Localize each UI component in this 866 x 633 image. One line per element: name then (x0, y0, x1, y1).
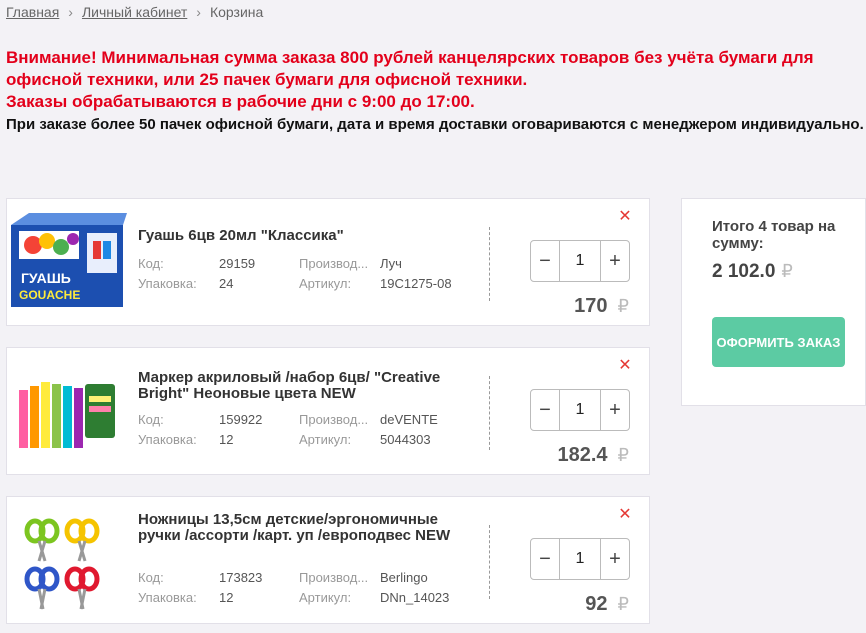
plus-icon[interactable]: + (600, 241, 629, 281)
ruble-icon: ₽ (617, 594, 629, 614)
summary-total: 2 102.0 ₽ (712, 261, 793, 283)
cart-item: Ножницы 13,5см детские/эргономичные ручк… (6, 496, 650, 624)
minus-icon[interactable]: − (531, 539, 560, 579)
breadcrumb-home-link[interactable]: Главная (6, 4, 59, 20)
divider (489, 227, 490, 301)
article-label: Артикул: (299, 276, 352, 291)
notice-bulk-paper: При заказе более 50 пачек офисной бумаги… (6, 116, 864, 133)
quantity-input[interactable]: 1 (560, 539, 600, 579)
minus-icon[interactable]: − (531, 241, 560, 281)
code-value: 159922 (219, 412, 263, 427)
quantity-stepper: − 1 + (530, 538, 630, 580)
maker-label: Производ... (299, 256, 369, 271)
quantity-input[interactable]: 1 (560, 241, 600, 281)
divider (489, 525, 490, 599)
pack-value: 12 (219, 590, 234, 605)
total-value: 2 102.0 (712, 261, 776, 282)
item-price: 92 ₽ (585, 593, 629, 616)
pack-label: Упаковка: (138, 432, 197, 447)
chevron-right-icon: › (196, 4, 201, 20)
pack-label: Упаковка: (138, 276, 197, 291)
pack-value: 24 (219, 276, 234, 291)
pack-label: Упаковка: (138, 590, 197, 605)
quantity-stepper: − 1 + (530, 240, 630, 282)
breadcrumb: Главная › Личный кабинет › Корзина (6, 4, 263, 20)
ruble-icon: ₽ (617, 296, 629, 316)
code-value: 29159 (219, 256, 256, 271)
notice-working-hours: Заказы обрабатываются в рабочие дни с 9:… (6, 92, 475, 111)
close-icon[interactable]: ✕ (617, 209, 633, 225)
breadcrumb-cabinet-link[interactable]: Личный кабинет (82, 4, 187, 20)
article-label: Артикул: (299, 432, 352, 447)
article-value: 5044303 (380, 432, 431, 447)
product-title[interactable]: Маркер акриловый /набор 6цв/ "Creative B… (138, 370, 468, 402)
article-label: Артикул: (299, 590, 352, 605)
minus-icon[interactable]: − (531, 390, 560, 430)
ruble-icon: ₽ (781, 261, 793, 281)
order-notice: Внимание! Минимальная сумма заказа 800 р… (6, 47, 866, 136)
pack-value: 12 (219, 432, 234, 447)
maker-label: Производ... (299, 412, 369, 427)
product-image-label: ГУАШЬ (21, 270, 71, 286)
code-label: Код: (138, 570, 164, 585)
chevron-right-icon: › (68, 4, 73, 20)
maker-label: Производ... (299, 570, 369, 585)
code-label: Код: (138, 256, 164, 271)
product-image-markers (19, 382, 115, 448)
maker-value: Луч (380, 256, 402, 271)
price-value: 170 (574, 295, 608, 317)
price-value: 182.4 (557, 444, 608, 466)
maker-value: deVENTE (380, 412, 438, 427)
quantity-input[interactable]: 1 (560, 390, 600, 430)
cart-item: ГУАШЬ GOUACHE Гуашь 6цв 20мл "Классика" … (6, 198, 650, 326)
item-price: 170 ₽ (574, 295, 629, 318)
checkout-button[interactable]: Оформить заказ (712, 317, 845, 367)
product-image-label: GOUACHE (19, 288, 80, 302)
product-title[interactable]: Гуашь 6цв 20мл "Классика" (138, 228, 468, 244)
ruble-icon: ₽ (617, 445, 629, 465)
price-value: 92 (585, 593, 608, 615)
article-value: DNn_14023 (380, 590, 450, 605)
notice-minimum-order: Внимание! Минимальная сумма заказа 800 р… (6, 48, 814, 89)
summary-label: Итого 4 товар на сумму: (712, 218, 836, 252)
code-label: Код: (138, 412, 164, 427)
product-image-scissors (24, 518, 100, 610)
divider (489, 376, 490, 450)
maker-value: Berlingo (380, 570, 428, 585)
quantity-stepper: − 1 + (530, 389, 630, 431)
plus-icon[interactable]: + (600, 539, 629, 579)
code-value: 173823 (219, 570, 263, 585)
close-icon[interactable]: ✕ (617, 358, 633, 374)
order-summary: Итого 4 товар на сумму: 2 102.0 ₽ Оформит… (681, 198, 866, 406)
product-image-gouache: ГУАШЬ GOUACHE (11, 213, 127, 307)
item-price: 182.4 ₽ (557, 444, 629, 467)
close-icon[interactable]: ✕ (617, 507, 633, 523)
plus-icon[interactable]: + (600, 390, 629, 430)
breadcrumb-current: Корзина (209, 4, 264, 20)
article-value: 19С1275-08 (380, 276, 452, 291)
cart-item: Маркер акриловый /набор 6цв/ "Creative B… (6, 347, 650, 475)
product-title[interactable]: Ножницы 13,5см детские/эргономичные ручк… (138, 512, 468, 544)
